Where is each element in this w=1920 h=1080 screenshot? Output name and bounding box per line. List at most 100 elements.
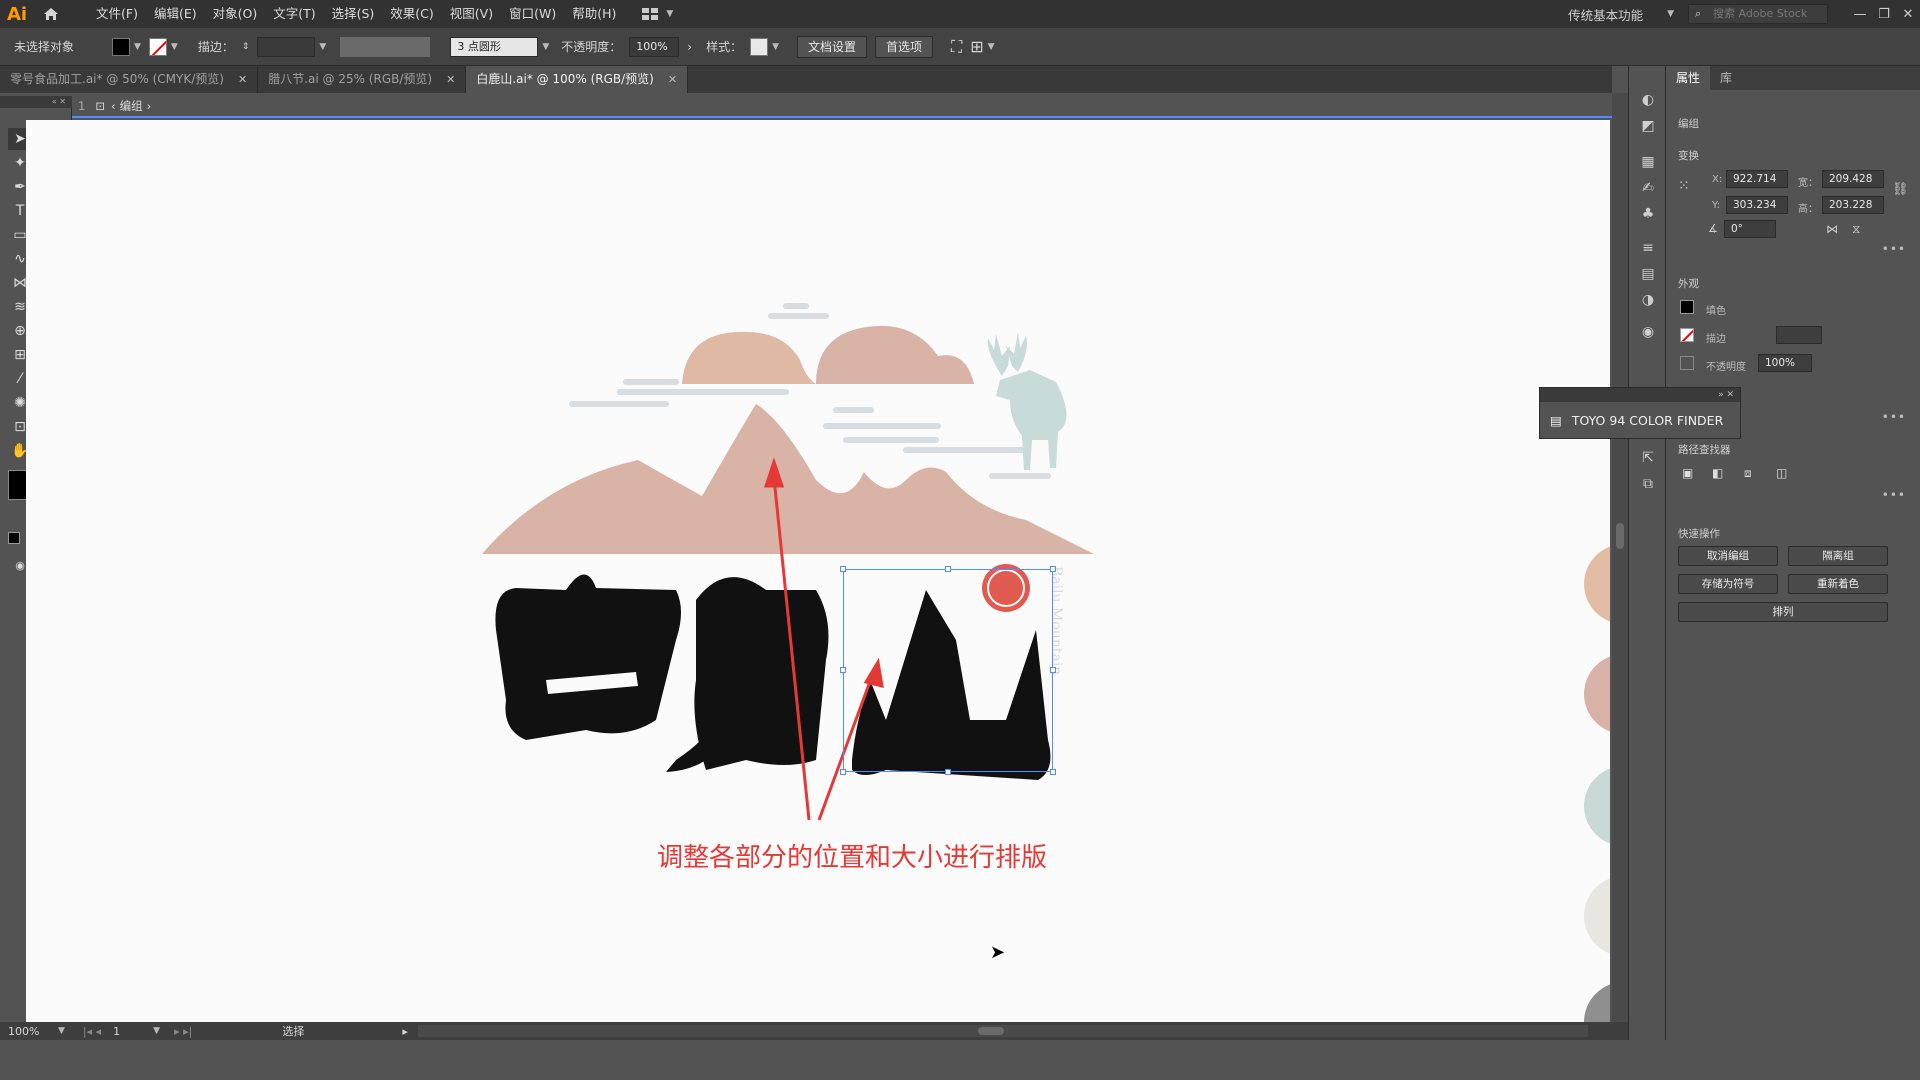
toolbox-header: « ✕ — [0, 96, 72, 108]
export-icon[interactable]: ⇱ — [1638, 448, 1658, 468]
width-field[interactable]: 209.428 — [1822, 170, 1884, 188]
menu-effect[interactable]: 效果(C) — [382, 0, 441, 28]
fill-swatch[interactable] — [1680, 300, 1694, 314]
link-proportions-icon[interactable]: ⛓ — [1892, 182, 1909, 197]
appearance-title: 外观 — [1678, 278, 1699, 290]
arrange-button[interactable]: 排列 — [1678, 602, 1888, 622]
symbols-icon[interactable]: ♣ — [1638, 204, 1658, 224]
menu-object[interactable]: 对象(O) — [205, 0, 266, 28]
breadcrumb-group[interactable]: 编组 — [120, 98, 143, 114]
document-setup-button[interactable]: 文档设置 — [797, 35, 868, 58]
menu-select[interactable]: 选择(S) — [324, 0, 383, 28]
transparency-icon[interactable]: ◑ — [1638, 290, 1658, 310]
x-field[interactable]: 922.714 — [1726, 170, 1788, 188]
recolor-button[interactable]: 重新着色 — [1788, 574, 1888, 594]
flip-horizontal-icon[interactable]: ⋈ — [1826, 222, 1838, 236]
isolate-group-button[interactable]: 隔离组 — [1788, 546, 1888, 566]
selection-bounding-box[interactable] — [840, 566, 1056, 775]
close-icon[interactable]: ✕ — [238, 66, 247, 93]
stroke-swatch[interactable]: ▼ — [148, 37, 178, 56]
variable-width-profile[interactable] — [340, 36, 431, 57]
stroke-width-input[interactable] — [257, 36, 316, 57]
menu-edit[interactable]: 编辑(E) — [146, 0, 205, 28]
more-options-icon[interactable]: ••• — [1882, 410, 1906, 424]
isolation-icon[interactable]: ⊡ — [95, 99, 105, 113]
stroke-weight-field[interactable] — [1776, 326, 1822, 344]
color-icon[interactable]: ◩ — [1638, 116, 1658, 136]
intersect-icon[interactable]: ⧈ — [1744, 466, 1752, 481]
palette-circles — [1584, 546, 1610, 1022]
more-options-icon[interactable]: ••• — [1882, 488, 1906, 502]
toyo-color-finder-panel[interactable]: » ✕ ▤ TOYO 94 COLOR FINDER — [1539, 387, 1741, 439]
appearance-icon[interactable]: ◉ — [1638, 322, 1658, 342]
opacity-input[interactable]: 100% — [629, 36, 680, 57]
swatches-icon[interactable]: ▦ — [1638, 152, 1658, 172]
gradient-icon[interactable]: ▤ — [1638, 264, 1658, 284]
horizontal-scrollbar[interactable] — [417, 1025, 1588, 1037]
minus-front-icon[interactable]: ◧ — [1712, 466, 1723, 480]
close-icon[interactable]: ✕ — [1896, 7, 1920, 22]
menu-window[interactable]: 窗口(W) — [501, 0, 564, 28]
minimize-icon[interactable]: — — [1848, 7, 1872, 22]
height-field[interactable]: 203.228 — [1822, 196, 1884, 214]
home-icon[interactable] — [34, 0, 68, 28]
close-icon[interactable]: ✕ — [668, 66, 677, 93]
x-label: X: — [1712, 174, 1723, 185]
wind-lines — [569, 303, 1051, 479]
stroke-stepper[interactable]: ⇕ — [242, 42, 250, 52]
w-label: 宽： — [1798, 178, 1818, 189]
scroll-thumb[interactable] — [1616, 523, 1624, 549]
restore-icon[interactable]: ❐ — [1872, 7, 1896, 22]
tab-libraries[interactable]: 库 — [1710, 66, 1742, 90]
ungroup-button[interactable]: 取消编组 — [1678, 546, 1778, 566]
artboard[interactable]: Bailu Mountain 调整各部分的位置和大小进行排版 ➤ — [26, 120, 1610, 1022]
exclude-icon[interactable]: ◫ — [1776, 466, 1787, 480]
artboard-number[interactable]: 1 — [113, 1025, 149, 1038]
brush-definition[interactable]: 3 点圆形 — [450, 36, 539, 57]
save-as-symbol-button[interactable]: 存储为符号 — [1678, 574, 1778, 594]
color-guide-icon[interactable]: ◐ — [1638, 90, 1658, 110]
rotate-field[interactable]: 0° — [1724, 220, 1776, 238]
menu-file[interactable]: 文件(F) — [88, 0, 146, 28]
panel-header[interactable]: » ✕ — [1540, 388, 1740, 402]
zoom-level[interactable]: 100% — [8, 1025, 54, 1038]
chevron-right-icon[interactable]: ▸ — [402, 1025, 408, 1038]
scroll-thumb[interactable] — [977, 1027, 1004, 1035]
arrange-documents-icon[interactable]: ▼ — [642, 8, 673, 20]
more-options-icon[interactable]: ••• — [1882, 242, 1906, 256]
back-arrow-icon[interactable]: ‹ — [111, 99, 116, 113]
isolate-icon[interactable]: ⛶ — [951, 37, 962, 57]
chevron-right-icon[interactable]: › — [687, 40, 692, 54]
close-icon[interactable]: ✕ — [446, 66, 455, 93]
flip-vertical-icon[interactable]: ⧖ — [1852, 222, 1860, 237]
document-tabs: 零号食品加工.ai* @ 50% (CMYK/预览) ✕ 腊八节.ai @ 25%… — [0, 66, 1612, 93]
color-mode-color[interactable] — [8, 532, 20, 544]
menu-help[interactable]: 帮助(H) — [564, 0, 624, 28]
menu-view[interactable]: 视图(V) — [442, 0, 501, 28]
align-icon[interactable]: ⊞ — [970, 37, 983, 56]
next-artboard-icon[interactable]: ▸ ▸| — [174, 1025, 192, 1038]
opacity-field[interactable]: 100% — [1758, 354, 1812, 372]
y-field[interactable]: 303.234 — [1726, 196, 1788, 214]
fill-swatch[interactable]: ▼ — [112, 37, 141, 56]
tab-document-3[interactable]: 白鹿山.ai* @ 100% (RGB/预览) ✕ — [466, 66, 689, 93]
vertical-scrollbar[interactable] — [1612, 93, 1628, 1023]
object-type-label: 编组 — [1678, 118, 1699, 130]
tab-document-2[interactable]: 腊八节.ai @ 25% (RGB/预览) ✕ — [258, 66, 467, 93]
preferences-button[interactable]: 首选项 — [875, 35, 934, 58]
stroke-icon[interactable]: ≡ — [1638, 238, 1658, 258]
brushes-icon[interactable]: ✍ — [1638, 178, 1658, 198]
workspace-switcher[interactable]: 传统基本功能 — [1568, 5, 1643, 24]
prev-artboard-icon[interactable]: |◂ ◂ — [83, 1025, 101, 1038]
style-swatch[interactable]: ▼ — [750, 37, 779, 56]
menu-type[interactable]: 文字(T) — [265, 0, 323, 28]
tab-document-1[interactable]: 零号食品加工.ai* @ 50% (CMYK/预览) ✕ — [0, 66, 259, 93]
stock-search-input[interactable]: ⌕ 搜索 Adobe Stock — [1688, 4, 1828, 24]
tab-properties[interactable]: 属性 — [1666, 66, 1711, 90]
y-label: Y: — [1712, 200, 1721, 211]
annotation-caption: 调整各部分的位置和大小进行排版 — [656, 843, 1047, 873]
artboards-icon[interactable]: ⧉ — [1638, 474, 1658, 494]
stroke-swatch[interactable] — [1680, 328, 1694, 342]
reference-point-icon[interactable]: ⁙ — [1678, 178, 1690, 194]
unite-icon[interactable]: ▣ — [1682, 466, 1693, 480]
